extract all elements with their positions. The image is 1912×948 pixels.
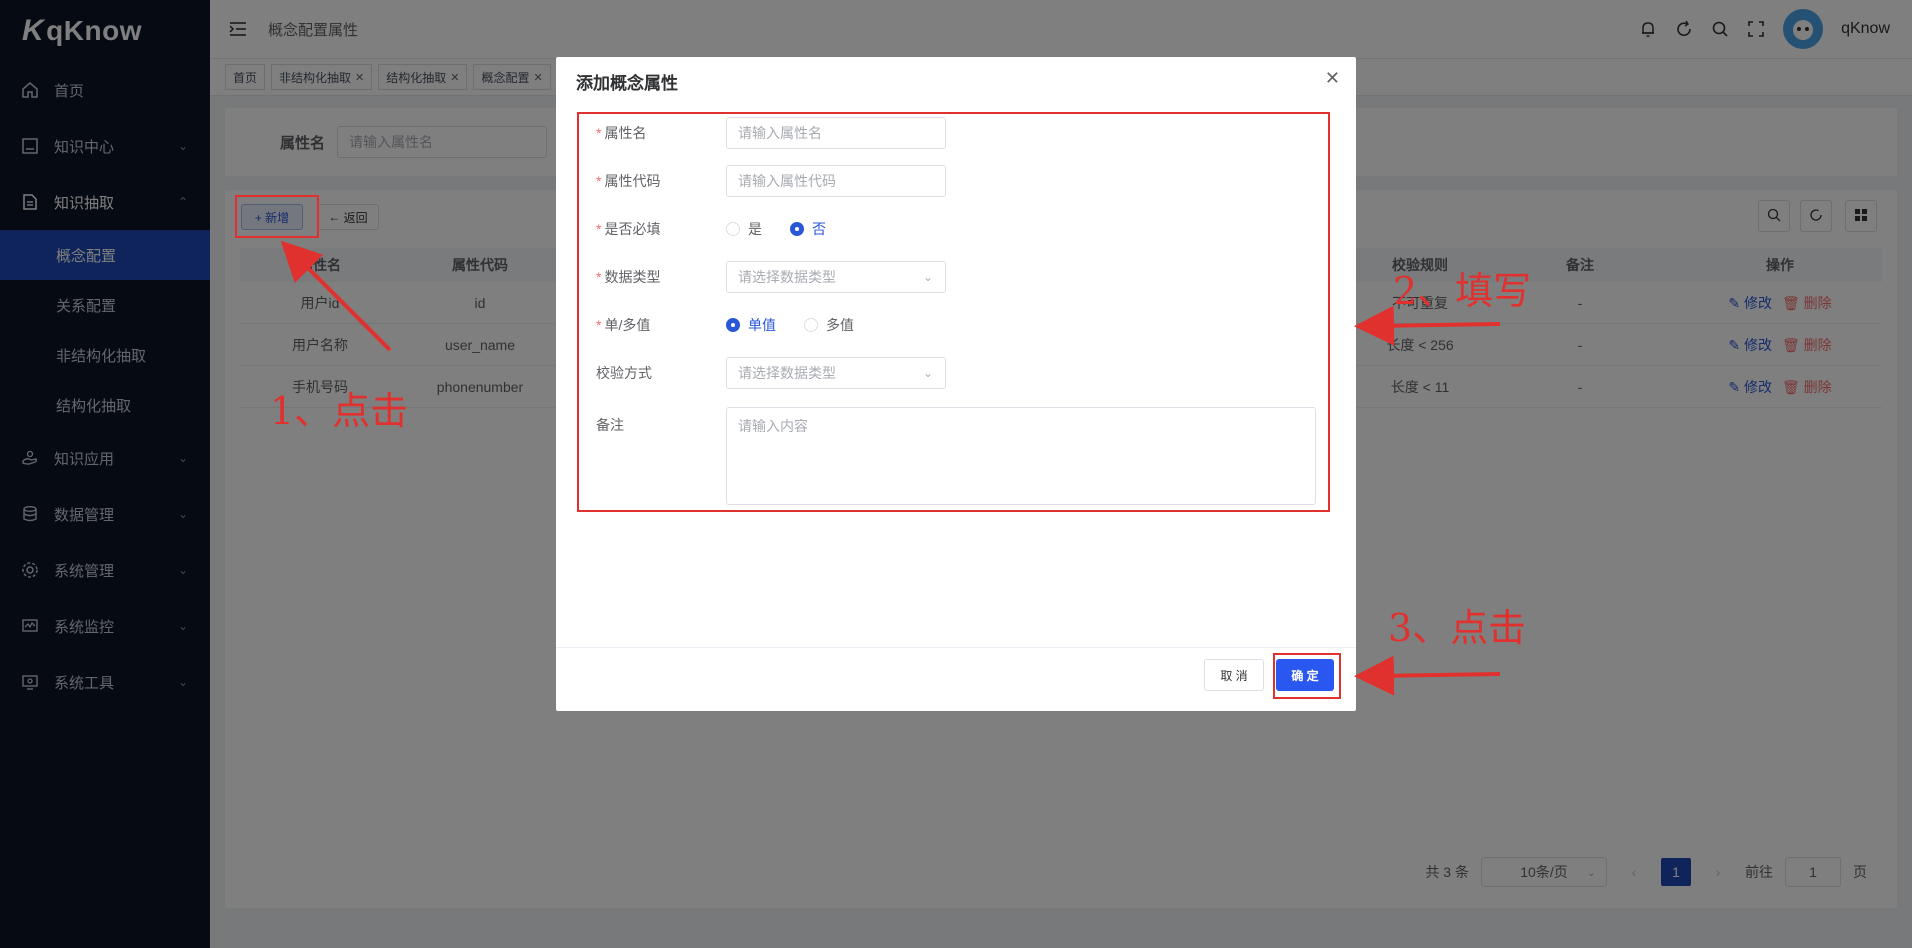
annotation-box-add: [235, 195, 319, 238]
annotation-step2: 2、填写: [1393, 269, 1532, 313]
annotation-step1: 1、点击: [270, 389, 409, 433]
cancel-button[interactable]: 取 消: [1204, 659, 1264, 691]
annotation-step3: 3、点击: [1388, 606, 1527, 650]
dialog-footer: 取 消 确 定: [556, 647, 1356, 711]
close-icon[interactable]: ✕: [1325, 68, 1340, 89]
dialog-title: 添加概念属性: [576, 74, 678, 93]
annotation-box-form: [577, 112, 1330, 512]
annotation-box-confirm: [1273, 653, 1341, 699]
